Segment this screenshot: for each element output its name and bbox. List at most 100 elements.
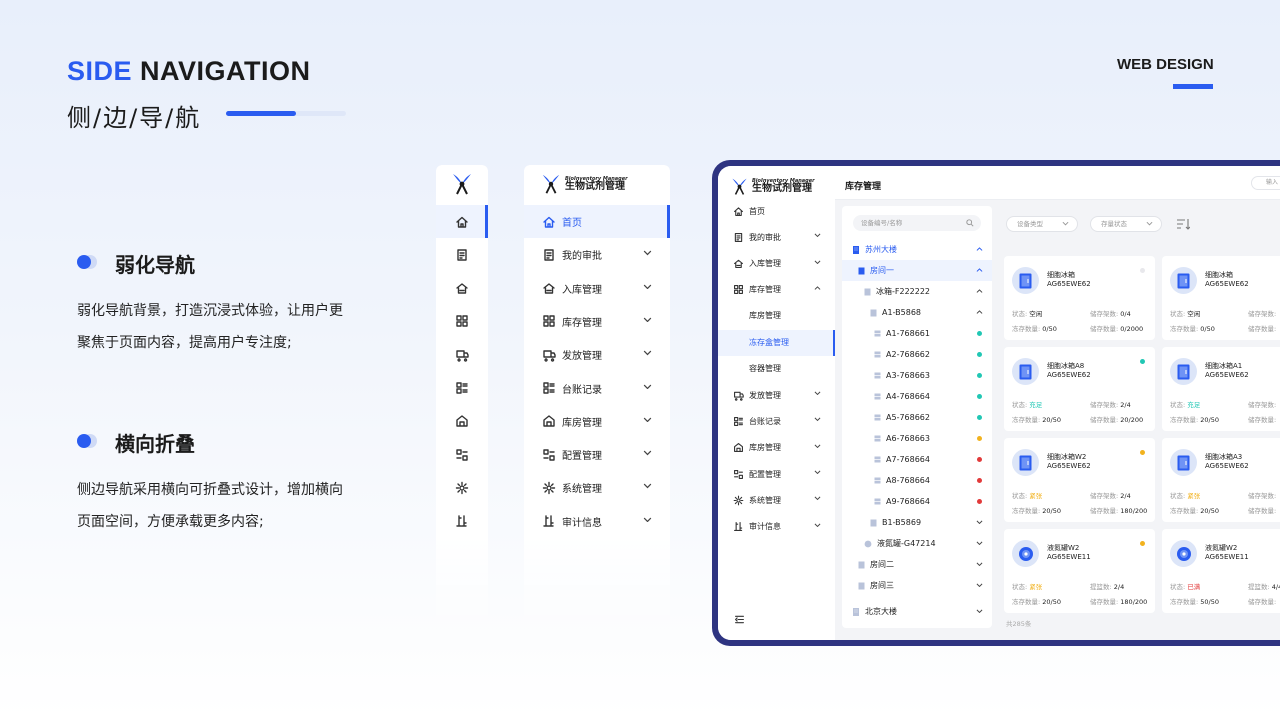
app-nav-item[interactable]: 库房管理 <box>718 435 835 461</box>
chevron-down-icon[interactable] <box>814 496 821 501</box>
chevron-down-icon[interactable] <box>814 523 821 527</box>
chevron-down-icon[interactable] <box>976 583 983 588</box>
chevron-down-icon[interactable] <box>814 233 821 238</box>
tree-node[interactable]: A2-768662 <box>842 344 992 365</box>
chevron-up-icon[interactable] <box>976 289 983 293</box>
sort-icon[interactable] <box>1176 218 1190 230</box>
collapsed-nav-item[interactable] <box>436 205 488 238</box>
chevron-down-icon[interactable] <box>643 417 652 423</box>
nav-item[interactable]: 我的审批 <box>524 238 670 271</box>
nav-item-label: 我的审批 <box>749 232 781 242</box>
tree-node[interactable]: 房间二 <box>842 554 992 575</box>
device-card[interactable]: 细胞冰箱W2 AG65EWE62 状态: 紧张 冻存数量: 20/50 储存架数: 2/… <box>1004 438 1155 522</box>
tree-node[interactable]: A1-B5868 <box>842 302 992 323</box>
collapsed-nav-item[interactable] <box>436 238 488 271</box>
collapsed-nav-item[interactable] <box>436 471 488 504</box>
chevron-down-icon[interactable] <box>643 517 652 523</box>
tree-node[interactable]: A6-768663 <box>842 428 992 449</box>
header-search-input[interactable]: 输入 <box>1251 176 1280 190</box>
tree-node[interactable]: A4-768664 <box>842 386 992 407</box>
collapsed-nav-item[interactable] <box>436 405 488 438</box>
rack-count: 储存架数: <box>1248 401 1277 409</box>
app-subnav-item[interactable]: 容器管理 <box>718 356 835 382</box>
app-nav-item[interactable]: 库存管理 <box>718 277 835 303</box>
collapsed-nav-item[interactable] <box>436 305 488 338</box>
device-card[interactable]: 细胞冰箱A3 AG65EWE62 状态: 紧张 冻存数量: 20/50 储存架数: 储存… <box>1162 438 1280 522</box>
chevron-down-icon[interactable] <box>814 444 821 448</box>
chevron-down-icon[interactable] <box>814 470 821 475</box>
app-brand[interactable]: BioInventory Manager 生物试剂管理 <box>730 176 815 197</box>
filter-device-type[interactable]: 设备类型 <box>1006 216 1078 232</box>
chevron-down-icon[interactable] <box>814 391 821 396</box>
chevron-down-icon[interactable] <box>643 284 652 290</box>
device-card[interactable]: 液氮罐W2 AG65EWE11 状态: 紧张 冻存数量: 20/50 提篮数: 2/4 储… <box>1004 529 1155 613</box>
nav-item[interactable]: 审计信息 <box>524 505 670 538</box>
nav-item[interactable]: 台账记录 <box>524 372 670 405</box>
app-nav-item[interactable]: 我的审批 <box>718 224 835 250</box>
collapsed-nav-item[interactable] <box>436 272 488 305</box>
app-nav-item[interactable]: 配置管理 <box>718 461 835 487</box>
chevron-down-icon[interactable] <box>643 450 652 456</box>
search-icon <box>966 219 974 227</box>
device-card[interactable]: 细胞冰箱A1 AG65EWE62 状态: 充足 冻存数量: 20/50 储存架数: 储存… <box>1162 347 1280 431</box>
nav-item[interactable]: 库存管理 <box>524 305 670 338</box>
chevron-down-icon[interactable] <box>976 562 983 567</box>
chevron-down-icon[interactable] <box>976 609 983 614</box>
device-card[interactable]: 细胞冰箱A8 AG65EWE62 状态: 充足 冻存数量: 20/50 储存架数: 2/… <box>1004 347 1155 431</box>
tree-search-input[interactable]: 设备编号/名称 <box>853 215 981 231</box>
nav-item[interactable]: 入库管理 <box>524 272 670 305</box>
chevron-down-icon[interactable] <box>976 541 983 546</box>
chevron-up-icon[interactable] <box>814 286 821 290</box>
home-icon <box>455 215 469 229</box>
chevron-down-icon[interactable] <box>643 384 652 390</box>
chevron-down-icon[interactable] <box>976 520 983 525</box>
filter-stock-state[interactable]: 存量状态 <box>1090 216 1162 232</box>
chevron-down-icon[interactable] <box>643 317 652 323</box>
app-nav-item[interactable]: 发放管理 <box>718 382 835 408</box>
collapsed-nav-item[interactable] <box>436 338 488 371</box>
device-card[interactable]: 细胞冰箱 AG65EWE62 状态: 空闲 冻存数量: 0/50 储存架数: 0/4 储存… <box>1004 256 1155 340</box>
brand[interactable]: BioInventory Manager 生物试剂管理 <box>540 172 628 196</box>
tree-node[interactable]: A7-768664 <box>842 449 992 470</box>
chevron-up-icon[interactable] <box>976 310 983 314</box>
app-subnav-item[interactable]: 冻存盒管理 <box>718 329 835 356</box>
audit-icon <box>542 514 556 528</box>
tree-node[interactable]: A5-768662 <box>842 407 992 428</box>
app-nav-item[interactable]: 首页 <box>718 198 835 224</box>
app-nav-item[interactable]: 审计信息 <box>718 514 835 540</box>
app-nav-item[interactable]: 系统管理 <box>718 487 835 513</box>
tree-node[interactable]: B1-B5869 <box>842 512 992 533</box>
nav-item[interactable]: 库房管理 <box>524 405 670 438</box>
collapsed-nav-item[interactable] <box>436 372 488 405</box>
tree-node[interactable]: 冰箱-F222222 <box>842 281 992 302</box>
device-card[interactable]: 液氮罐W2AG65EWE11 状态: 已满冻存数量: 50/50 提篮数: 4/4 储… <box>1162 529 1280 613</box>
device-card[interactable]: 细胞冰箱 AG65EWE62 状态: 空闲 冻存数量: 0/50 储存架数: 储存数量: <box>1162 256 1280 340</box>
chevron-down-icon[interactable] <box>814 260 821 264</box>
nav-item[interactable]: 发放管理 <box>524 338 670 371</box>
nav-item[interactable]: 系统管理 <box>524 471 670 504</box>
tree-node[interactable]: A9-768664 <box>842 491 992 512</box>
chevron-down-icon[interactable] <box>643 483 652 489</box>
tree-node[interactable]: A8-768664 <box>842 470 992 491</box>
chevron-down-icon[interactable] <box>643 250 652 256</box>
chevron-down-icon[interactable] <box>643 350 652 356</box>
brand-logo-icon[interactable] <box>450 171 474 197</box>
tree-node[interactable]: 房间三 <box>842 575 992 596</box>
app-nav-item[interactable]: 入库管理 <box>718 251 835 277</box>
tree-node[interactable]: 液氮罐-G47214 <box>842 533 992 554</box>
tree-node[interactable]: A1-768661 <box>842 323 992 344</box>
tree-node[interactable]: A3-768663 <box>842 365 992 386</box>
collapsed-nav-item[interactable] <box>436 505 488 538</box>
nav-item[interactable]: 首页 <box>524 205 670 238</box>
chevron-up-icon[interactable] <box>976 268 983 272</box>
chevron-up-icon[interactable] <box>976 247 983 251</box>
app-nav-item[interactable]: 台账记录 <box>718 408 835 434</box>
tree-node[interactable]: 北京大楼 <box>842 601 992 622</box>
tree-node[interactable]: 苏州大楼 <box>842 239 992 260</box>
app-subnav-item[interactable]: 库房管理 <box>718 303 835 329</box>
nav-item[interactable]: 配置管理 <box>524 438 670 471</box>
collapsed-nav-item[interactable] <box>436 438 488 471</box>
chevron-down-icon[interactable] <box>814 417 821 422</box>
collapse-menu-icon[interactable] <box>734 614 745 625</box>
tree-node[interactable]: 房间一 <box>842 260 992 281</box>
